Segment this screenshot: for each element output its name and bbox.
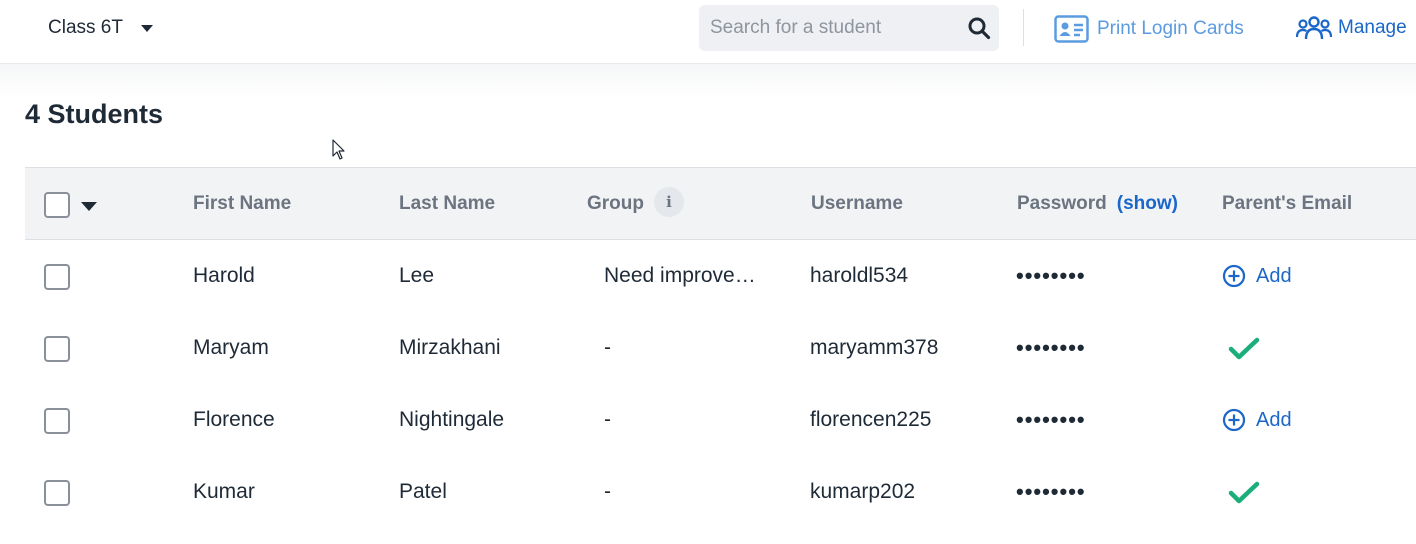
row-checkbox[interactable] <box>44 480 70 506</box>
group-cell[interactable]: - <box>604 384 769 456</box>
toolbar-divider <box>1023 9 1024 46</box>
row-checkbox[interactable] <box>44 336 70 362</box>
select-options-caret-icon[interactable] <box>81 202 97 211</box>
group-cell[interactable]: - <box>604 456 769 528</box>
column-last-name[interactable]: Last Name <box>399 168 495 239</box>
info-icon[interactable]: i <box>654 187 684 218</box>
first-name-cell[interactable]: Florence <box>193 384 275 456</box>
add-parent-email-button[interactable]: Add <box>1222 408 1292 432</box>
top-bar: Class 6T Print Login Cards Ma <box>0 0 1416 64</box>
caret-down-icon <box>140 24 153 32</box>
plus-circle-icon <box>1222 264 1246 288</box>
checkmark-icon <box>1228 337 1260 360</box>
id-card-icon <box>1054 15 1089 43</box>
add-label: Add <box>1256 264 1292 287</box>
column-password-label: Password <box>1017 193 1107 214</box>
add-label: Add <box>1256 408 1292 431</box>
column-parent-email: Parent's Email <box>1222 193 1353 214</box>
print-login-cards-label: Print Login Cards <box>1097 18 1244 39</box>
page-title: 4 Students <box>25 99 164 129</box>
column-first-name[interactable]: First Name <box>193 168 291 239</box>
column-username[interactable]: Username <box>811 168 903 239</box>
show-passwords-link[interactable]: (show) <box>1117 193 1178 214</box>
page-header-band <box>0 64 1416 98</box>
student-search <box>699 5 999 51</box>
row-checkbox[interactable] <box>44 264 70 290</box>
username-cell: maryamm378 <box>810 336 939 359</box>
username-cell: haroldl534 <box>810 264 909 287</box>
password-cell: •••••••• <box>1016 479 1086 504</box>
students-table: First Name Last Name Group i Username Pas… <box>25 167 1416 528</box>
add-parent-email-button[interactable]: Add <box>1222 264 1292 288</box>
plus-circle-icon <box>1222 408 1246 432</box>
class-selector[interactable]: Class 6T <box>48 14 153 42</box>
mouse-cursor-icon <box>332 139 345 160</box>
username-cell: kumarp202 <box>810 480 916 503</box>
search-input[interactable] <box>699 5 960 51</box>
group-cell[interactable]: - <box>604 312 769 384</box>
search-icon[interactable] <box>967 16 991 40</box>
table-row: Kumar Patel - kumarp202 •••••••• <box>25 456 1416 528</box>
table-row: Maryam Mirzakhani - maryamm378 •••••••• <box>25 312 1416 384</box>
password-cell: •••••••• <box>1016 335 1086 360</box>
table-row: Florence Nightingale - florencen225 ••••… <box>25 384 1416 456</box>
first-name-cell[interactable]: Maryam <box>193 312 269 384</box>
print-login-cards-button[interactable]: Print Login Cards <box>1054 15 1244 43</box>
class-selector-label: Class 6T <box>48 17 123 38</box>
manage-button[interactable]: Manage <box>1296 15 1407 41</box>
manage-label: Manage <box>1338 17 1407 38</box>
last-name-cell[interactable]: Nightingale <box>399 384 504 456</box>
last-name-cell[interactable]: Patel <box>399 456 447 528</box>
table-body: Harold Lee Need improvement haroldl534 •… <box>25 240 1416 528</box>
users-icon <box>1296 16 1332 40</box>
table-row: Harold Lee Need improvement haroldl534 •… <box>25 240 1416 312</box>
password-cell: •••••••• <box>1016 407 1086 432</box>
last-name-cell[interactable]: Lee <box>399 240 434 312</box>
first-name-cell[interactable]: Kumar <box>193 456 255 528</box>
column-group: Group i <box>587 168 684 239</box>
select-all-checkbox[interactable] <box>44 192 70 218</box>
row-checkbox[interactable] <box>44 408 70 434</box>
column-password: Password (show) <box>1017 168 1178 239</box>
last-name-cell[interactable]: Mirzakhani <box>399 312 501 384</box>
group-cell[interactable]: Need improvement <box>604 240 769 312</box>
table-header: First Name Last Name Group i Username Pas… <box>25 167 1416 240</box>
username-cell: florencen225 <box>810 408 932 431</box>
column-group-label[interactable]: Group <box>587 193 644 214</box>
password-cell: •••••••• <box>1016 263 1086 288</box>
first-name-cell[interactable]: Harold <box>193 240 255 312</box>
checkmark-icon <box>1228 481 1260 504</box>
